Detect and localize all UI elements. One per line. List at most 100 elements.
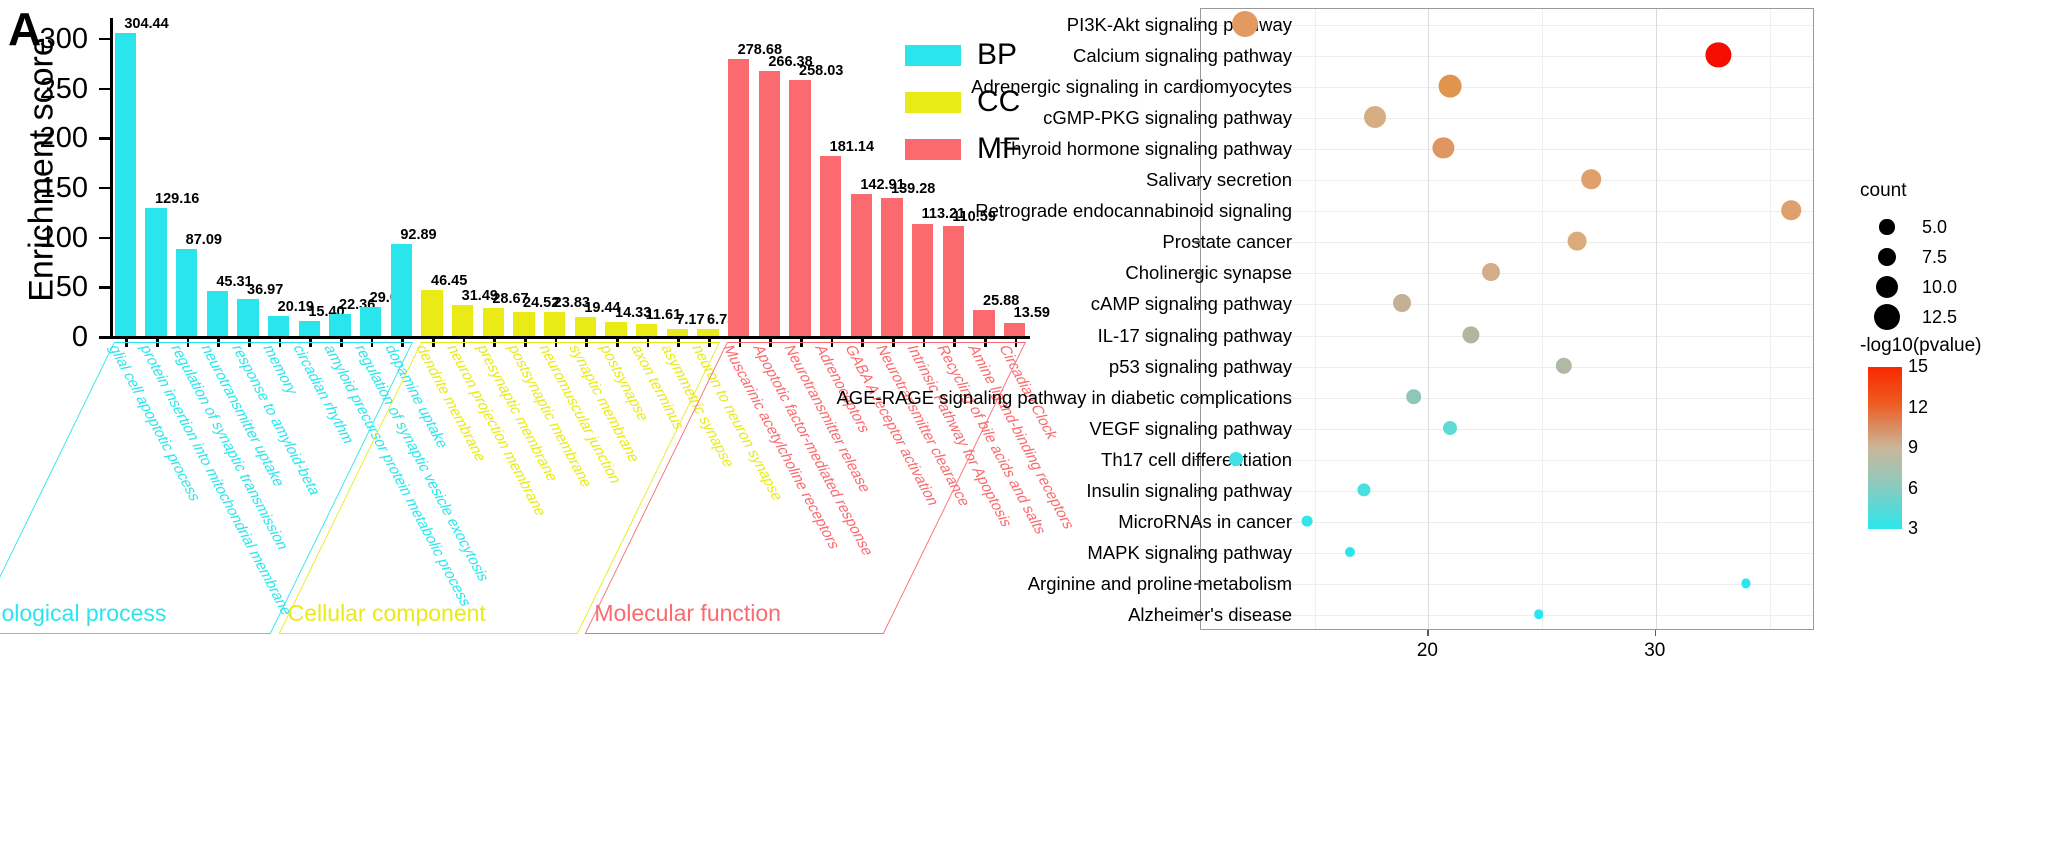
y-tick-label: 50 [55,271,88,304]
bar-value-label: 46.45 [431,272,468,289]
bar [543,312,566,336]
y-tick-mark [1194,303,1200,305]
grid-line-horizontal [1201,428,1813,430]
data-point [1364,105,1387,128]
group-label: Biological process [0,600,167,626]
grid-line-horizontal [1201,366,1813,368]
bar [175,249,198,336]
count-legend-dot [1877,247,1897,267]
y-tick-mark [99,336,110,339]
count-legend-item: 7.5 [1860,242,1957,272]
panel-b: B PI3K-Akt signaling pathwayCalcium sign… [836,0,2050,865]
bar [482,307,505,336]
pathway-label: AGE-RAGE signaling pathway in diabetic c… [836,386,1292,408]
data-point [1781,200,1802,220]
bar-value-label: 129.16 [155,190,200,207]
data-point [1232,10,1259,37]
panel-b-plot-frame [1200,8,1814,630]
grid-line-horizontal [1201,459,1813,461]
y-tick-mark [1194,334,1200,336]
count-legend-item: 10.0 [1860,272,1957,302]
count-legend-value: 7.5 [1922,246,1948,267]
grid-line-horizontal [1201,211,1813,213]
y-tick-mark [1194,54,1200,56]
pathway-label: Adrenergic signaling in cardiomyocytes [971,75,1292,97]
data-point [1443,420,1458,435]
count-legend-item: 5.0 [1860,212,1957,242]
data-point [1345,547,1356,558]
pathway-label: Prostate cancer [1162,231,1292,253]
colorbar-tick-label: 6 [1908,477,1919,498]
grid-line-horizontal [1201,397,1813,399]
y-tick-mark [1194,23,1200,25]
data-point [1438,74,1462,98]
pvalue-legend-title: -log10(pvalue) [1860,335,1982,356]
colorbar-tick-label: 12 [1908,396,1929,417]
grid-line-horizontal [1201,24,1813,26]
pathway-label: Alzheimer's disease [1128,604,1292,626]
grid-line-horizontal [1201,117,1813,119]
count-legend-dot [1879,219,1895,235]
pathway-label: Retrograde endocannabinoid signaling [975,200,1292,222]
pathway-label: MicroRNAs in cancer [1118,511,1292,533]
y-tick-mark [1194,210,1200,212]
pathway-label: Thyroid hormone signaling pathway [999,137,1292,159]
pathway-label: MAPK signaling pathway [1087,542,1292,564]
y-tick-mark [1194,614,1200,616]
pathway-label: Salivary secretion [1145,169,1292,191]
count-legend-dot-wrap [1860,275,1914,299]
bar [267,315,290,336]
bar-value-label: 36.97 [247,282,284,299]
pathway-label: cGMP-PKG signaling pathway [1043,106,1292,128]
grid-line-horizontal [1201,491,1813,493]
group-label: Cellular component [287,600,486,626]
bar [145,207,167,336]
count-legend-dot-wrap [1860,219,1914,235]
y-tick-mark [1194,179,1200,181]
pathway-label: IL-17 signaling pathway [1097,324,1292,346]
count-size-legend: count 5.0 7.5 10.0 12.5 [1860,180,1957,332]
y-tick-mark [1194,365,1200,367]
pathway-label: Th17 cell differentiation [1101,448,1292,470]
y-tick-mark [99,37,110,41]
bar [359,307,382,336]
count-legend-value: 12.5 [1922,306,1958,327]
bar-value-label: 92.89 [400,226,437,243]
color-bar: 15 12 9 6 3 [1868,356,1928,538]
data-point [1568,231,1587,251]
y-tick-mark [1194,490,1200,492]
y-tick-label: 150 [39,171,88,204]
pathway-label: Cholinergic synapse [1125,262,1292,284]
y-tick-mark [1194,116,1200,119]
grid-line-horizontal [1201,273,1813,275]
bar-value-label: 304.44 [124,16,169,33]
bar [114,33,137,336]
y-tick-mark [99,137,110,140]
count-legend-item: 12.5 [1860,302,1957,332]
y-tick-mark [99,186,110,190]
grid-line-horizontal [1201,242,1813,244]
bar-value-label: 87.09 [185,232,222,249]
pathway-label: VEGF signaling pathway [1089,417,1292,439]
data-point [1482,263,1501,282]
grid-line-vertical [1314,9,1316,629]
y-tick-mark [1194,272,1200,274]
y-tick-label: 300 [39,22,88,55]
grid-line-horizontal [1201,86,1813,88]
grid-line-horizontal [1201,584,1813,586]
grid-line-horizontal [1201,180,1813,182]
y-tick-mark [1194,583,1200,585]
pathway-label: cAMP signaling pathway [1090,293,1292,315]
y-axis-line [110,18,113,338]
x-tick-label: 20 [1416,640,1438,661]
y-tick-mark [99,286,110,289]
y-tick-mark [1194,147,1200,150]
count-legend-dot-wrap [1860,304,1914,330]
bar [298,320,321,336]
pathway-label: p53 signaling pathway [1108,355,1292,377]
data-point [1301,515,1313,527]
count-legend-dot [1875,275,1899,299]
bar [390,243,413,336]
data-point [1229,451,1244,466]
count-legend-value: 5.0 [1922,216,1948,237]
